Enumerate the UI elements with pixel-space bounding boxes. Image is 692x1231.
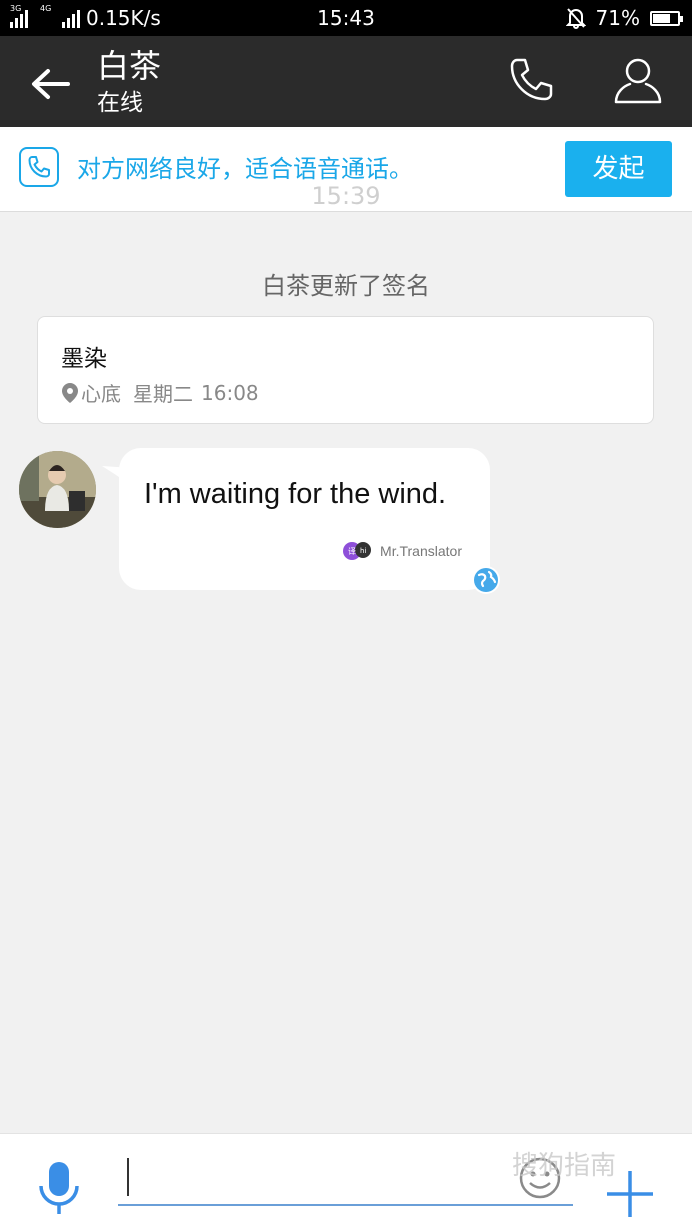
bell-mute-icon — [565, 8, 586, 29]
profile-icon[interactable] — [612, 54, 664, 106]
phone-call-icon[interactable] — [505, 54, 557, 106]
battery-icon — [650, 10, 683, 26]
status-bar: 3G 4G 0.15K/s 15:43 71% — [0, 0, 692, 36]
signature-card[interactable]: 墨染 心底 星期二 16:08 — [37, 316, 654, 424]
battery-percent: 71% — [595, 6, 640, 30]
watermark: 搜狗指南 — [512, 1151, 617, 1181]
signature-text: 墨染 — [61, 346, 107, 372]
microphone-icon[interactable] — [37, 1160, 81, 1216]
message-input[interactable] — [118, 1154, 573, 1206]
message-bubble[interactable]: I'm waiting for the wind. 译 hi Mr.Transl… — [119, 448, 490, 590]
notice-text: 对方网络良好，适合语音通话。 — [77, 155, 413, 183]
contact-name: 白茶 — [97, 47, 162, 85]
signature-location: 心底 — [81, 382, 121, 406]
translator-credit: 译 hi Mr.Translator — [342, 540, 462, 562]
signature-day: 星期二 — [133, 382, 193, 406]
signature-meta: 心底 星期二 16:08 — [61, 378, 259, 407]
status-right: 71% — [565, 6, 683, 30]
translator-logo-icon: 译 hi — [343, 542, 372, 560]
signature-time: 16:08 — [201, 380, 259, 405]
online-status: 在线 — [97, 90, 143, 116]
avatar[interactable] — [19, 451, 96, 528]
message-text: I'm waiting for the wind. — [144, 478, 447, 510]
svg-text:译: 译 — [348, 547, 356, 556]
message-timestamp: 15:39 — [311, 182, 381, 210]
location-pin-icon — [62, 382, 78, 403]
back-arrow-icon[interactable] — [28, 62, 72, 106]
chat-header: 白茶 在线 — [0, 36, 692, 127]
translator-name: Mr.Translator — [380, 543, 462, 559]
phone-notice-icon — [19, 147, 59, 187]
text-caret — [127, 1158, 129, 1196]
globe-icon[interactable] — [471, 565, 501, 595]
system-message: 白茶更新了签名 — [262, 272, 430, 300]
svg-text:hi: hi — [360, 547, 366, 555]
